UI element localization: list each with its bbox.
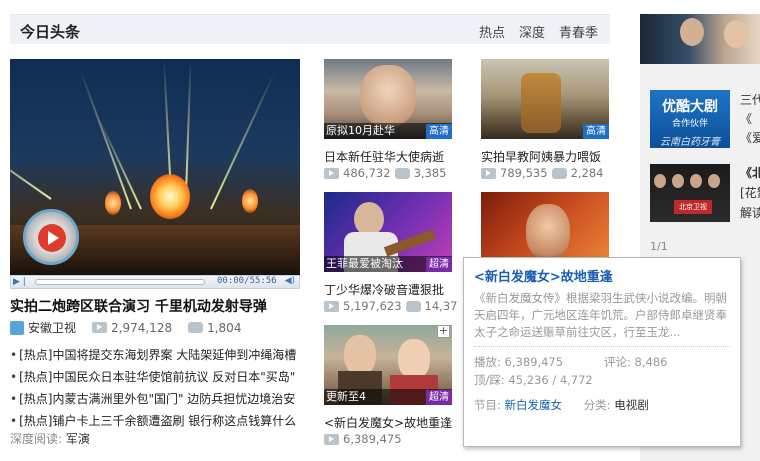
video-title[interactable]: <新白发魔女>故地重逢 bbox=[324, 414, 452, 431]
video-thumb[interactable]: 高清 bbox=[481, 59, 609, 139]
right-text[interactable]: 解读 bbox=[740, 204, 760, 223]
comment-icon bbox=[405, 296, 421, 312]
video-meta: 5,197,623 14,37 bbox=[324, 296, 458, 313]
play-count: 5,197,623 bbox=[343, 299, 402, 313]
progress-bar[interactable] bbox=[35, 279, 205, 285]
play-count-icon bbox=[324, 300, 339, 312]
popup-footer: 节目: 新白发魔女 分类: 电视剧 bbox=[474, 397, 730, 413]
video-title[interactable]: 日本新任驻华大使病逝 bbox=[324, 148, 452, 165]
ad-footer: 云南白药牙膏 bbox=[660, 137, 720, 148]
video-title[interactable]: 实拍早教阿姨暴力喂饭 bbox=[481, 148, 609, 165]
user-icon bbox=[10, 320, 24, 335]
tab-depth[interactable]: 深度 bbox=[519, 22, 545, 41]
depth-reading: 深度阅读: 军演 bbox=[10, 430, 90, 447]
comment-count: 2,284 bbox=[570, 166, 604, 180]
video-meta: 486,732 3,385 bbox=[324, 163, 447, 180]
popup-description: 《新白发魔女传》根据梁羽生武侠小说改编。明朝天启四年，广元地区连年饥荒。户部侍郎… bbox=[474, 291, 727, 339]
super-hd-badge: 超清 bbox=[426, 257, 452, 272]
depth-link[interactable]: 军演 bbox=[66, 432, 90, 446]
news-list: [热点]中国将提交东海划界案 大陆架延伸到冲绳海槽 [热点]中国民众日本驻华使馆… bbox=[10, 344, 305, 432]
video-meta: 6,389,475 bbox=[324, 432, 402, 446]
popup-comments: 评论: 8,486 bbox=[604, 355, 668, 369]
main-video-meta: 安徽卫视 2,974,128 1,804 bbox=[10, 317, 242, 336]
ad-title: 优酷大剧 bbox=[662, 99, 718, 115]
header-tabs: 热点 深度 青春季 bbox=[479, 22, 598, 41]
video-source[interactable]: 安徽卫视 bbox=[28, 319, 76, 336]
category-label: 分类: bbox=[583, 398, 611, 412]
play-count-icon bbox=[324, 433, 339, 445]
banner-ad-image[interactable] bbox=[640, 14, 760, 64]
comment-count: 14,37 bbox=[424, 299, 458, 313]
comment-icon bbox=[394, 163, 410, 179]
program-label: 节目: bbox=[474, 398, 501, 412]
bjtv-thumb[interactable]: 北京卫视 bbox=[650, 164, 730, 222]
popup-updown: 顶/踩: 45,236 / 4,772 bbox=[474, 373, 593, 387]
hd-badge: 高清 bbox=[426, 124, 452, 139]
super-hd-badge: 超清 bbox=[426, 390, 452, 405]
youku-ad[interactable]: 优酷大剧 合作伙伴 云南白药牙膏 bbox=[650, 90, 730, 148]
play-count: 6,389,475 bbox=[343, 432, 402, 446]
section-title: 今日头条 bbox=[20, 23, 81, 41]
news-item[interactable]: [热点]中国将提交东海划界案 大陆架延伸到冲绳海槽 bbox=[10, 344, 305, 366]
add-icon[interactable]: + bbox=[437, 325, 450, 338]
play-count: 2,974,128 bbox=[111, 320, 173, 335]
play-count-icon bbox=[481, 167, 496, 179]
volume-icon[interactable]: ◀) bbox=[285, 276, 295, 286]
popup-title[interactable]: <新白发魔女>故地重逢 bbox=[474, 266, 730, 285]
play-count: 486,732 bbox=[343, 166, 391, 180]
right-text[interactable]: 《北 bbox=[740, 164, 760, 183]
video-preview-popup: <新白发魔女>故地重逢 《新白发魔女传》根据梁羽生武侠小说改编。明朝天启四年，广… bbox=[463, 257, 741, 447]
right-text[interactable]: 三代 bbox=[740, 91, 760, 110]
play-small-icon[interactable]: ▶ | bbox=[13, 277, 26, 287]
play-count: 789,535 bbox=[500, 166, 548, 180]
time-readout: 00:00/55:56 bbox=[217, 276, 277, 286]
right-text[interactable]: 《 bbox=[740, 110, 752, 129]
main-video-title[interactable]: 实拍二炮跨区联合演习 千里机动发射导弹 bbox=[10, 296, 267, 316]
tab-youth[interactable]: 青春季 bbox=[559, 22, 598, 41]
news-item[interactable]: [热点]中国民众日本驻华使馆前抗议 反对日本"买岛" bbox=[10, 366, 305, 388]
video-title[interactable]: 丁少华爆冷破音遭狠批 bbox=[324, 281, 452, 298]
news-item[interactable]: [热点]铺户卡上三千余额遭盗刷 银行称这点钱算什么 bbox=[10, 410, 305, 432]
bjtv-logo: 北京卫视 bbox=[674, 200, 712, 214]
section-header: 今日头条 热点 深度 青春季 bbox=[10, 14, 610, 44]
comment-icon bbox=[188, 317, 204, 333]
popup-plays: 播放: 6,389,475 bbox=[474, 355, 564, 369]
right-text[interactable]: 《爱 bbox=[740, 129, 760, 148]
ad-subtitle: 合作伙伴 bbox=[671, 119, 708, 129]
video-meta: 789,535 2,284 bbox=[481, 163, 604, 180]
play-count-icon bbox=[324, 167, 339, 179]
play-count-icon bbox=[92, 322, 108, 333]
hd-badge: 高清 bbox=[583, 124, 609, 139]
right-text[interactable]: [花絮 bbox=[740, 184, 760, 203]
video-thumb[interactable]: 原拟10月赴华 高清 bbox=[324, 59, 452, 139]
tab-hot[interactable]: 热点 bbox=[479, 22, 505, 41]
pagination: 1/1 bbox=[650, 240, 668, 253]
video-thumb[interactable]: 更新至4 超清 bbox=[324, 325, 452, 405]
comment-icon bbox=[551, 163, 567, 179]
video-thumb[interactable]: 王菲最爱被淘汰 超清 bbox=[324, 192, 452, 272]
category-value[interactable]: 电视剧 bbox=[614, 398, 649, 412]
main-video-player[interactable] bbox=[10, 59, 300, 275]
depth-label: 深度阅读: bbox=[10, 432, 63, 446]
play-icon bbox=[38, 224, 66, 252]
program-link[interactable]: 新白发魔女 bbox=[505, 398, 563, 412]
play-button[interactable] bbox=[23, 209, 79, 265]
comment-count: 1,804 bbox=[207, 320, 242, 335]
popup-stats: 播放: 6,389,475 评论: 8,486 顶/踩: 45,236 / 4,… bbox=[474, 353, 730, 389]
comment-count: 3,385 bbox=[413, 166, 447, 180]
player-controls: ▶ | 00:00/55:56 ◀) bbox=[10, 275, 300, 289]
news-item[interactable]: [热点]内蒙古满洲里外包"国门" 边防兵担忧边境治安 bbox=[10, 388, 305, 410]
